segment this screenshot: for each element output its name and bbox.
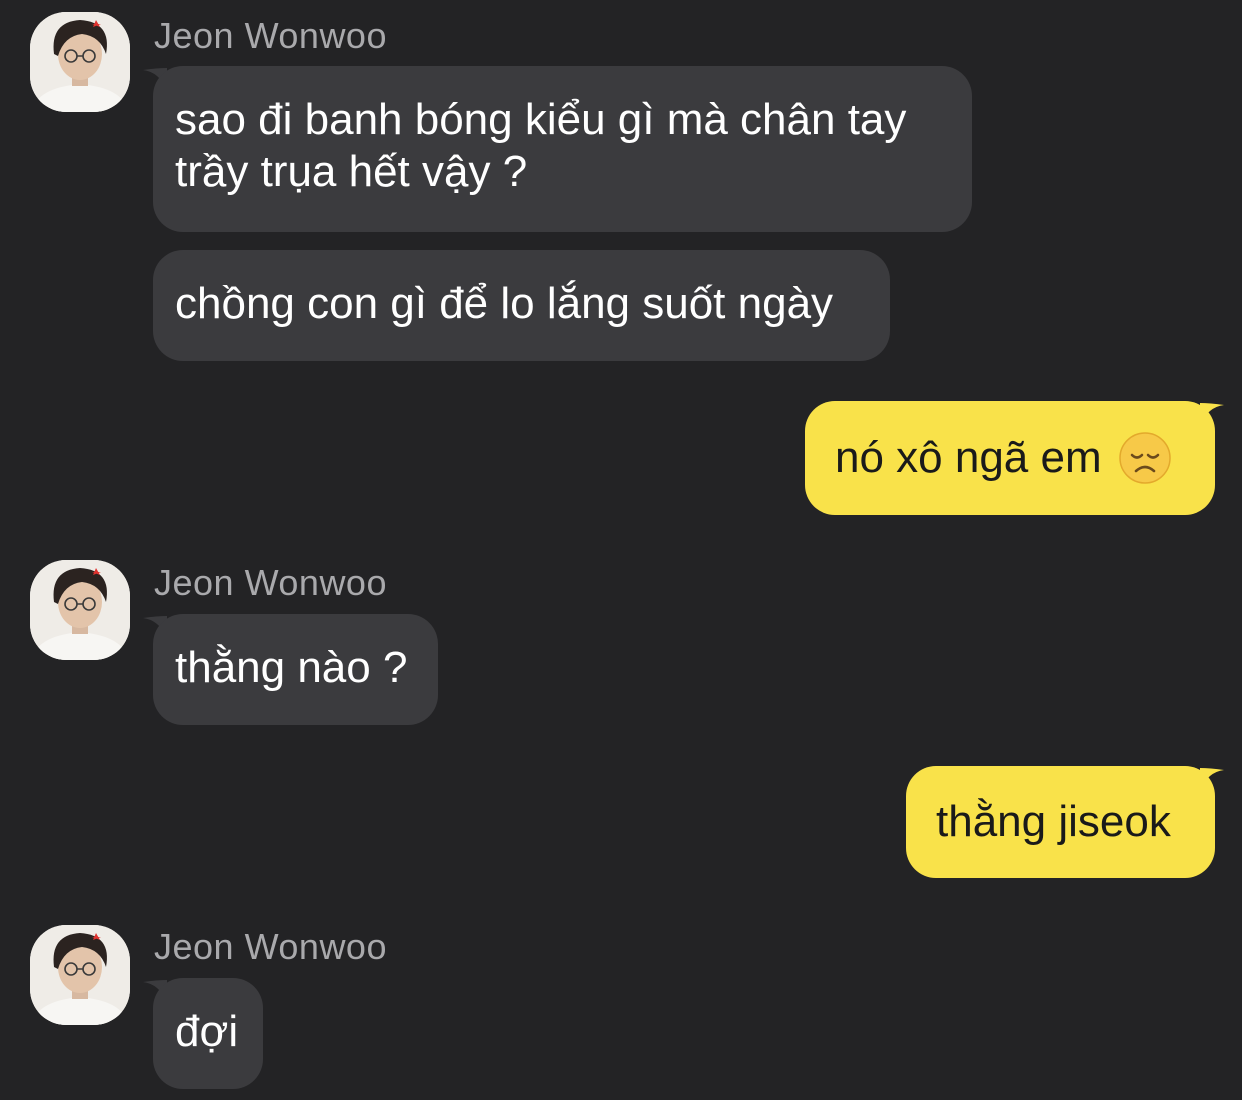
profile-photo-icon bbox=[30, 925, 130, 1025]
chat-thread: Jeon Wonwoo sao đi banh bóng kiểu gì mà … bbox=[0, 0, 1242, 1100]
message-text: nó xô ngã em bbox=[835, 433, 1102, 482]
message-bubble[interactable]: thằng jiseok bbox=[906, 766, 1215, 878]
sender-avatar[interactable] bbox=[30, 560, 130, 660]
profile-photo-icon bbox=[30, 560, 130, 660]
disappointed-face-icon bbox=[1118, 432, 1171, 484]
sender-name: Jeon Wonwoo bbox=[154, 926, 387, 967]
message-bubble[interactable]: đợi bbox=[153, 978, 263, 1089]
message-bubble[interactable]: chồng con gì để lo lắng suốt ngày bbox=[153, 250, 890, 361]
message-bubble[interactable]: thằng nào ? bbox=[153, 614, 438, 725]
sender-avatar[interactable] bbox=[30, 925, 130, 1025]
message-bubble[interactable]: nó xô ngã em bbox=[805, 401, 1215, 515]
sender-avatar[interactable] bbox=[30, 12, 130, 112]
profile-photo-icon bbox=[30, 12, 130, 112]
sender-name: Jeon Wonwoo bbox=[154, 15, 387, 56]
message-text: thằng jiseok bbox=[936, 797, 1171, 846]
sender-name: Jeon Wonwoo bbox=[154, 562, 387, 603]
message-bubble[interactable]: sao đi banh bóng kiểu gì mà chân tay trầ… bbox=[153, 66, 972, 232]
